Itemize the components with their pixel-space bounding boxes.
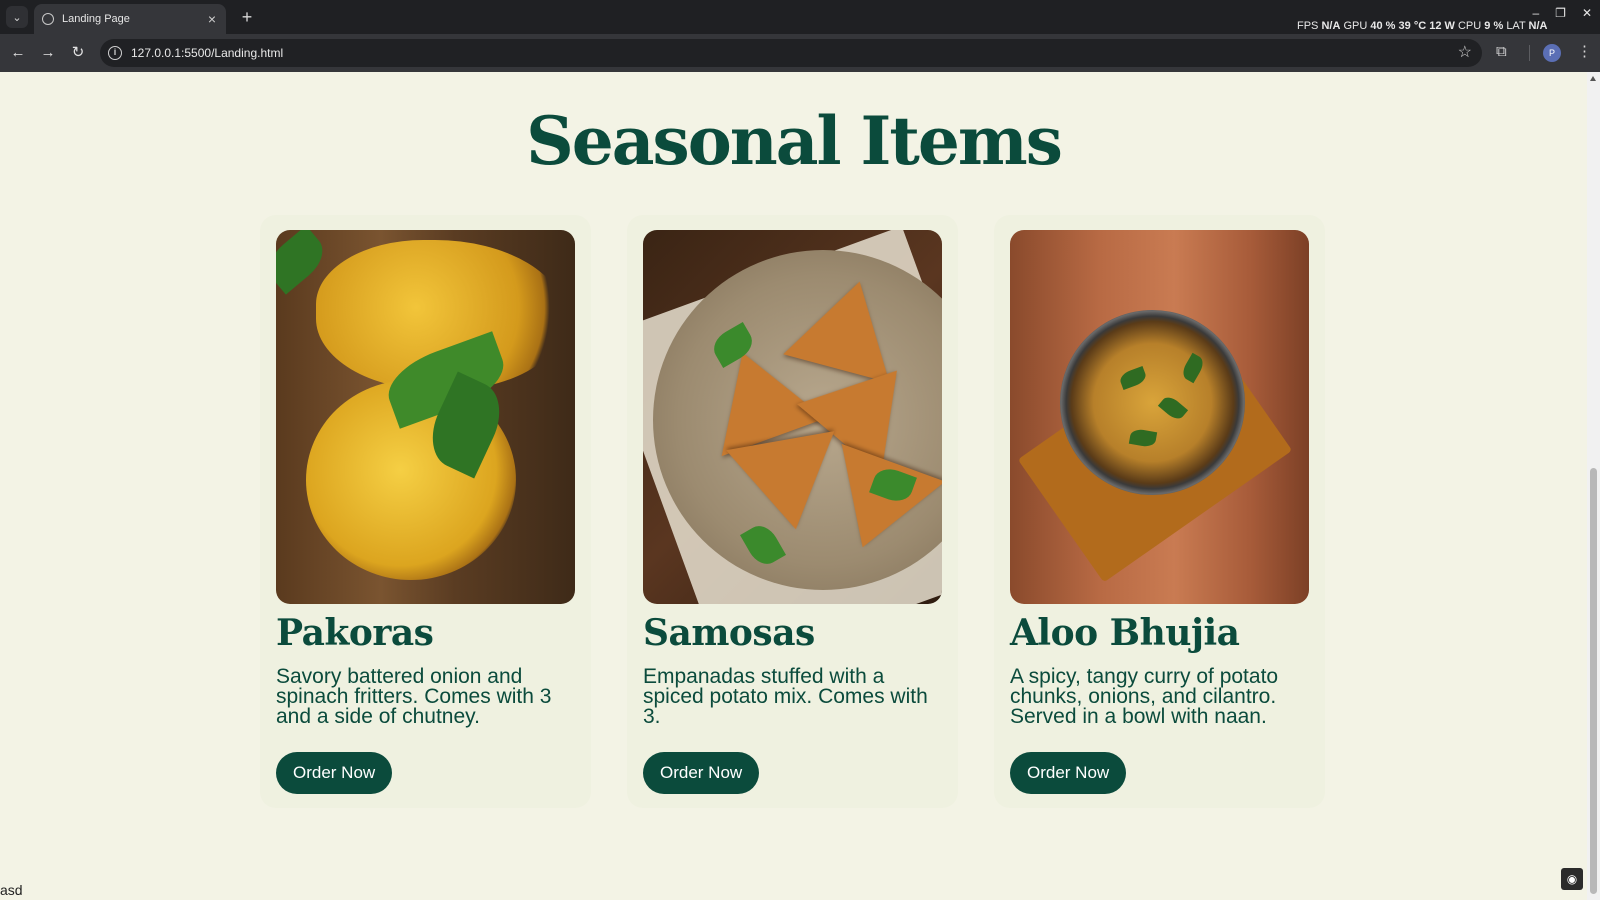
lat-value: N/A [1528, 20, 1548, 32]
card-description: Empanadas stuffed with a spiced potato m… [643, 665, 928, 728]
samosas-photo [643, 230, 942, 604]
card-description: A spicy, tangy curry of potato chunks, o… [1010, 665, 1279, 728]
menu-card-pakoras: Pakoras Savory battered onion and spinac… [260, 215, 591, 808]
order-now-button[interactable]: Order Now [276, 752, 393, 794]
address-bar[interactable]: i 127.0.0.1:5500/Landing.html ☆ [100, 39, 1482, 67]
scroll-up-arrow-icon[interactable] [1590, 76, 1596, 81]
order-now-button[interactable]: Order Now [1010, 752, 1127, 794]
card-title: Samosas [643, 612, 815, 654]
card-title: Aloo Bhujia [1010, 612, 1240, 654]
cpu-label: CPU [1457, 20, 1482, 32]
gpu-label: GPU [1343, 20, 1368, 32]
window-controls: – ❐ ✕ [1532, 6, 1592, 20]
url-text[interactable]: 127.0.0.1:5500/Landing.html [131, 46, 283, 60]
scroll-thumb[interactable] [1590, 468, 1597, 894]
reload-icon[interactable]: ↻ [68, 43, 88, 63]
cpu-value: 9 % [1484, 20, 1504, 32]
screen-capture-icon[interactable]: ◉ [1561, 868, 1583, 890]
gpu-value: 40 % [1370, 20, 1396, 32]
aloo-bhujia-photo [1010, 230, 1309, 604]
extensions-icon[interactable]: ⧉ [1496, 43, 1507, 60]
forward-icon[interactable]: → [38, 43, 58, 63]
debug-text: asd [0, 882, 23, 898]
fps-value: N/A [1321, 20, 1341, 32]
browser-tab-bar: ⌄ Landing Page × + FPS N/A GPU 40 % 39 °… [0, 0, 1600, 34]
gpu-power: 12 W [1429, 20, 1455, 32]
menu-card-aloo-bhujia: Aloo Bhujia A spicy, tangy curry of pota… [994, 215, 1325, 808]
performance-overlay: FPS N/A GPU 40 % 39 °C 12 W CPU 9 % LAT … [1297, 20, 1548, 32]
gpu-temp: 39 °C [1398, 20, 1427, 32]
page-viewport: Seasonal Items Pakoras Savory battered o… [0, 72, 1587, 900]
menu-card-samosas: Samosas Empanadas stuffed with a spiced … [627, 215, 958, 808]
pakoras-photo [276, 230, 575, 604]
card-description: Savory battered onion and spinach fritte… [276, 665, 552, 728]
fps-label: FPS [1297, 20, 1319, 32]
tab-title: Landing Page [62, 13, 130, 25]
close-tab-icon[interactable]: × [208, 12, 216, 26]
minimize-icon[interactable]: – [1532, 6, 1539, 20]
lat-label: LAT [1506, 20, 1526, 32]
restore-icon[interactable]: ❐ [1555, 6, 1566, 20]
back-icon[interactable]: ← [8, 43, 28, 63]
browser-tab[interactable]: Landing Page × [34, 4, 226, 34]
card-title: Pakoras [276, 612, 434, 654]
new-tab-button[interactable]: + [236, 6, 258, 28]
seasonal-items-list: Pakoras Savory battered onion and spinac… [260, 215, 1325, 808]
bookmark-star-icon[interactable]: ☆ [1458, 42, 1472, 62]
toolbar-divider [1529, 45, 1530, 61]
section-title: Seasonal Items [526, 102, 1063, 180]
page-scrollbar[interactable] [1587, 72, 1600, 900]
tab-search-icon[interactable]: ⌄ [6, 6, 28, 28]
more-menu-icon[interactable]: ⋮ [1577, 42, 1592, 60]
order-now-button[interactable]: Order Now [643, 752, 760, 794]
site-info-icon[interactable]: i [108, 46, 122, 60]
globe-icon [42, 13, 54, 25]
profile-avatar[interactable]: P [1543, 44, 1561, 62]
close-window-icon[interactable]: ✕ [1582, 6, 1592, 20]
browser-toolbar: ← → ↻ i 127.0.0.1:5500/Landing.html ☆ ⧉ … [0, 34, 1600, 72]
